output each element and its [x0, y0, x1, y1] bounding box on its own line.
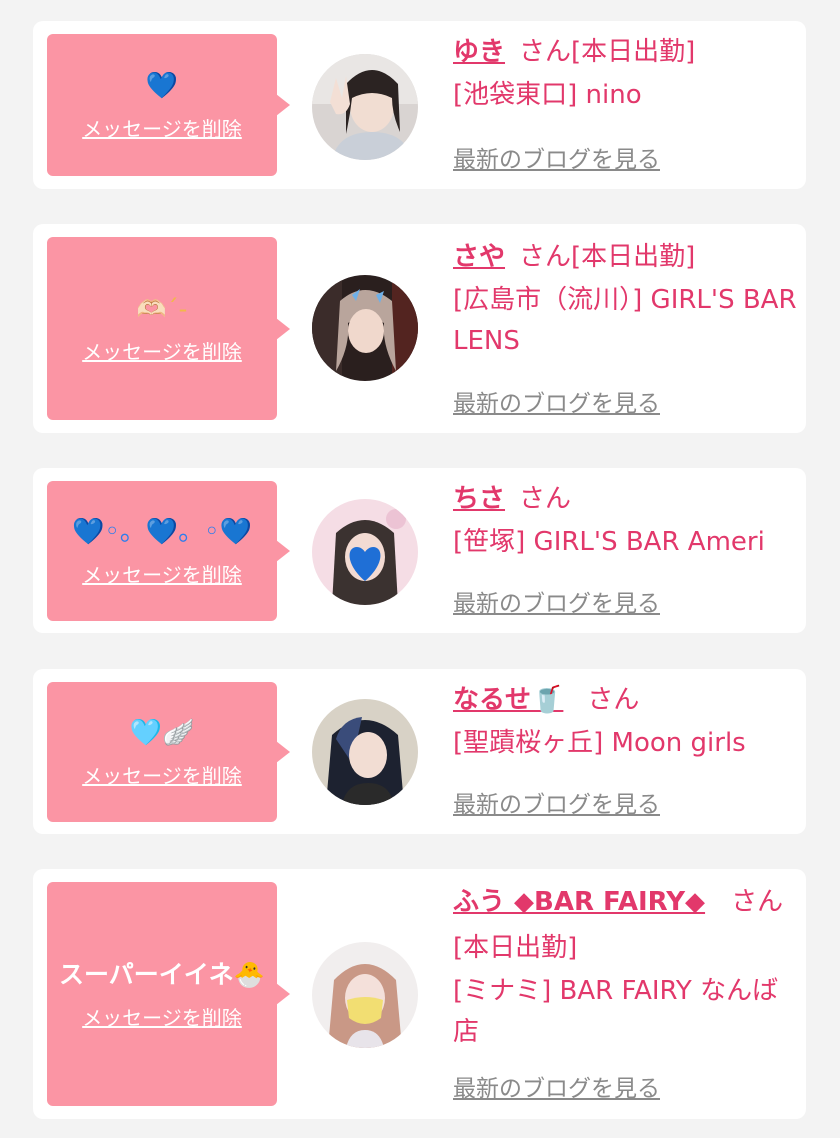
name-line: ふう ◆BAR FAIRY◆ さん [本日出勤]: [453, 879, 798, 971]
message-text: 💙◦。💙。◦💙: [72, 516, 252, 547]
girl-info: さや さん[本日出勤] [広島市（流川）] GIRL'S BAR LENS: [453, 234, 798, 362]
message-card: 🩵🪽 メッセージを削除 なるせ🥤 さん [聖蹟桜ヶ丘] Moon girls 最新…: [33, 669, 806, 834]
message-card: スーパーイイネ🐣 メッセージを削除 ふう ◆BAR FAIRY◆ さん [本日出勤]…: [33, 869, 806, 1119]
message-card: 🫶🏻´- メッセージを削除 さや さん[本日出勤] [広島市（流川）] GIRL'…: [33, 224, 806, 433]
name-line: なるせ🥤 さん: [453, 677, 798, 723]
honorific: さん: [519, 484, 572, 514]
honorific: さん: [519, 242, 572, 272]
girl-info: ゆき さん[本日出勤] [池袋東口] nino: [453, 29, 798, 116]
status-label: [本日出勤]: [571, 242, 696, 272]
name-line: さや さん[本日出勤]: [453, 234, 798, 280]
message-card: 💙◦。💙。◦💙 メッセージを削除 ちさ さん [笹塚] GIRL'S BAR Am…: [33, 468, 806, 633]
honorific: さん: [519, 37, 572, 67]
shop-name: [池袋東口] nino: [453, 80, 642, 110]
delete-message-link[interactable]: メッセージを削除: [82, 559, 242, 588]
delete-message-link[interactable]: メッセージを削除: [82, 336, 242, 365]
latest-blog-link[interactable]: 最新のブログを見る: [453, 584, 660, 618]
message-text: 🫶🏻´-: [136, 295, 188, 323]
girl-info: ふう ◆BAR FAIRY◆ さん [本日出勤] [ミナミ] BAR FAIRY な…: [453, 879, 798, 1053]
name-line: ちさ さん: [453, 476, 798, 522]
message-card: 💙 メッセージを削除 ゆき さん[本日出勤] [池袋東口] nino 最新のブログ…: [33, 21, 806, 189]
message-bubble: 🩵🪽 メッセージを削除: [47, 682, 290, 822]
girl-name-link[interactable]: ちさ: [453, 484, 505, 514]
shop-name: [ミナミ] BAR FAIRY なんば店: [453, 976, 779, 1047]
honorific: さん: [731, 887, 784, 917]
status-label: [本日出勤]: [453, 933, 578, 963]
girl-name-link[interactable]: ふう ◆BAR FAIRY◆: [453, 887, 705, 917]
message-bubble: スーパーイイネ🐣 メッセージを削除: [47, 882, 290, 1106]
latest-blog-link[interactable]: 最新のブログを見る: [453, 785, 660, 819]
girl-info: ちさ さん [笹塚] GIRL'S BAR Ameri: [453, 476, 798, 563]
honorific: さん: [587, 685, 640, 715]
message-text: 💙: [145, 70, 179, 101]
girl-name-link[interactable]: ゆき: [453, 37, 505, 67]
message-bubble: 🫶🏻´- メッセージを削除: [47, 237, 290, 420]
latest-blog-link[interactable]: 最新のブログを見る: [453, 384, 660, 418]
avatar[interactable]: [312, 54, 418, 160]
avatar[interactable]: [312, 275, 418, 381]
girl-info: なるせ🥤 さん [聖蹟桜ヶ丘] Moon girls: [453, 677, 798, 764]
status-label: [本日出勤]: [571, 37, 696, 67]
message-text: スーパーイイネ🐣: [59, 959, 265, 989]
delete-message-link[interactable]: メッセージを削除: [82, 1002, 242, 1031]
girl-name-link[interactable]: さや: [453, 242, 505, 272]
shop-name: [広島市（流川）] GIRL'S BAR LENS: [453, 285, 797, 356]
message-bubble: 💙◦。💙。◦💙 メッセージを削除: [47, 481, 290, 621]
message-bubble: 💙 メッセージを削除: [47, 34, 290, 176]
girl-name-link[interactable]: なるせ🥤: [453, 685, 563, 715]
delete-message-link[interactable]: メッセージを削除: [82, 113, 242, 142]
shop-name: [聖蹟桜ヶ丘] Moon girls: [453, 728, 746, 758]
avatar[interactable]: [312, 499, 418, 605]
latest-blog-link[interactable]: 最新のブログを見る: [453, 140, 660, 174]
message-text: 🩵🪽: [129, 717, 195, 748]
delete-message-link[interactable]: メッセージを削除: [82, 760, 242, 789]
latest-blog-link[interactable]: 最新のブログを見る: [453, 1069, 660, 1103]
avatar[interactable]: [312, 699, 418, 805]
shop-name: [笹塚] GIRL'S BAR Ameri: [453, 527, 765, 557]
name-line: ゆき さん[本日出勤]: [453, 29, 798, 75]
avatar[interactable]: [312, 942, 418, 1048]
